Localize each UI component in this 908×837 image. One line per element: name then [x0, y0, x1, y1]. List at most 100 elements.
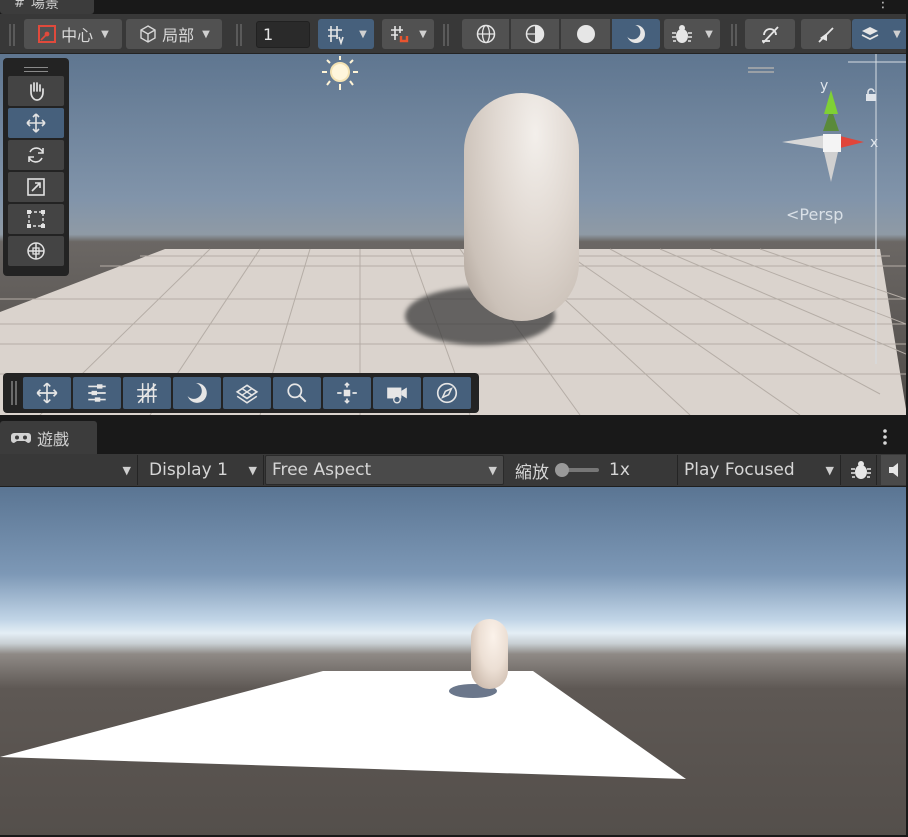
- lighting-off-icon: [762, 26, 779, 44]
- search-icon: [287, 383, 307, 403]
- zoom-slider-handle[interactable]: [555, 463, 569, 477]
- shading-overlay-button[interactable]: [173, 377, 221, 409]
- chevron-down-icon: ▼: [488, 463, 497, 477]
- move-tool-button[interactable]: [8, 108, 64, 138]
- scene-viewport[interactable]: y x <Persp: [0, 54, 906, 415]
- more-menu-icon[interactable]: ⋮: [876, 0, 890, 10]
- game-viewport[interactable]: [0, 487, 906, 835]
- shaded-wireframe-sphere-icon: [525, 24, 545, 44]
- sun-light-icon[interactable]: [318, 54, 362, 94]
- rect-tool-button[interactable]: [8, 204, 64, 234]
- gizmo-drag-handle[interactable]: [748, 67, 774, 73]
- chevron-down-icon: ▼: [248, 463, 257, 477]
- play-mode-label: Play Focused: [684, 460, 795, 480]
- scale-tool-button[interactable]: [8, 172, 64, 202]
- overlay-toolbar: [3, 373, 479, 413]
- scene-ground-plane: [0, 54, 906, 415]
- hand-tool-button[interactable]: [8, 76, 64, 106]
- display-dropdown[interactable]: Display 1 ▼: [143, 455, 264, 485]
- shaded-wireframe-button[interactable]: [511, 19, 559, 49]
- overlay-grip[interactable]: [11, 381, 17, 405]
- chevron-down-icon: ▼: [359, 28, 367, 40]
- gizmo-x-label: x: [870, 135, 878, 151]
- lit-shading-button[interactable]: [612, 19, 660, 49]
- solid-sphere-icon: [576, 25, 595, 43]
- rect-transform-icon: [27, 210, 45, 228]
- bug-icon: [850, 461, 871, 479]
- game-debug-button[interactable]: [845, 455, 877, 485]
- zoom-slider[interactable]: [555, 463, 599, 477]
- game-toolbar: ▼ Display 1 ▼ Free Aspect ▼ 縮放 1x Play F…: [0, 454, 908, 487]
- audio-toggle[interactable]: [801, 19, 851, 49]
- toolbar-grip[interactable]: [443, 24, 449, 46]
- rotate-icon: [28, 147, 44, 163]
- mute-audio-button[interactable]: [881, 455, 908, 485]
- grid-icon: [137, 383, 157, 404]
- display-label: Display 1: [149, 460, 228, 480]
- navmesh-overlay-button[interactable]: [223, 377, 271, 409]
- grid-snap-dropdown[interactable]: ▼: [352, 19, 374, 49]
- pivot-mode-dropdown[interactable]: 中心 ▼: [24, 19, 122, 49]
- bug-icon: [672, 25, 692, 43]
- search-overlay-button[interactable]: [273, 377, 321, 409]
- handle-rotation-dropdown[interactable]: 局部 ▼: [126, 19, 222, 49]
- grid-overlay-button[interactable]: [123, 377, 171, 409]
- grid-icon: #: [14, 0, 25, 11]
- camera-overlay-button[interactable]: [373, 377, 421, 409]
- rotate-tool-button[interactable]: [8, 140, 64, 170]
- compass-icon: [436, 382, 458, 404]
- wireframe-shading-button[interactable]: [462, 19, 509, 49]
- orientation-overlay-button[interactable]: [423, 377, 471, 409]
- increment-snap-toggle[interactable]: [382, 19, 416, 49]
- chevron-down-icon: ▼: [419, 28, 427, 40]
- tab-game[interactable]: 遊戲: [0, 421, 97, 454]
- gamepad-icon: [11, 432, 31, 443]
- aspect-ratio-label: Free Aspect: [272, 460, 372, 480]
- capsule-object[interactable]: [464, 93, 579, 321]
- game-view-mode-dropdown[interactable]: ▼: [0, 455, 138, 485]
- handle-rotation-label: 局部: [162, 26, 195, 45]
- game-capsule-object: [471, 619, 508, 689]
- orientation-gizmo[interactable]: y x: [776, 76, 886, 186]
- zoom-value: 1x: [609, 460, 630, 480]
- chevron-down-icon: ▼: [893, 28, 901, 40]
- plane-layers-icon: [235, 384, 259, 404]
- move-overlay-button[interactable]: [23, 377, 71, 409]
- pivot-center-icon: [38, 25, 57, 43]
- increment-snap-dropdown[interactable]: ▼: [412, 19, 434, 49]
- toolbar-grip[interactable]: [731, 24, 737, 46]
- scene-visibility-toggle[interactable]: [852, 19, 888, 49]
- scene-toolbar: 中心 ▼ 局部 ▼ 1 ▼ ▼ ▼ ▼: [0, 14, 908, 54]
- shaded-button[interactable]: [561, 19, 610, 49]
- tab-scene-label: 場景: [30, 0, 59, 12]
- speaker-icon: [888, 463, 898, 477]
- play-mode-dropdown[interactable]: Play Focused ▼: [677, 455, 841, 485]
- debug-draw-dropdown[interactable]: ▼: [698, 19, 720, 49]
- layers-icon: [861, 27, 879, 41]
- tools-palette: [3, 58, 69, 276]
- local-cube-icon: [140, 25, 156, 43]
- toolbar-grip[interactable]: [236, 24, 242, 46]
- component-overlay-button[interactable]: [323, 377, 371, 409]
- grid-size-input[interactable]: 1: [256, 21, 310, 48]
- aspect-ratio-dropdown[interactable]: Free Aspect ▼: [265, 455, 504, 485]
- gizmo-y-label: y: [820, 78, 828, 94]
- chevron-down-icon: ▼: [122, 463, 131, 477]
- transform-tool-button[interactable]: [8, 236, 64, 266]
- move-arrows-icon: [36, 382, 58, 404]
- scene-visibility-dropdown[interactable]: ▼: [886, 19, 908, 49]
- grid-snap-toggle[interactable]: [318, 19, 352, 49]
- debug-draw-mode-button[interactable]: [664, 19, 700, 49]
- more-menu-icon[interactable]: [882, 428, 888, 446]
- camera-mode-label[interactable]: <Persp: [786, 205, 843, 224]
- chevron-down-icon: ▼: [705, 28, 713, 40]
- hand-icon: [30, 82, 44, 101]
- palette-grip[interactable]: [7, 62, 65, 76]
- component-tools-icon: [337, 382, 357, 404]
- lighting-toggle[interactable]: [745, 19, 795, 49]
- lit-sphere-icon: [625, 24, 645, 43]
- chevron-down-icon: ▼: [202, 28, 210, 40]
- toolbar-grip[interactable]: [9, 24, 15, 46]
- tab-scene[interactable]: # 場景: [0, 0, 94, 14]
- tool-settings-overlay-button[interactable]: [73, 377, 121, 409]
